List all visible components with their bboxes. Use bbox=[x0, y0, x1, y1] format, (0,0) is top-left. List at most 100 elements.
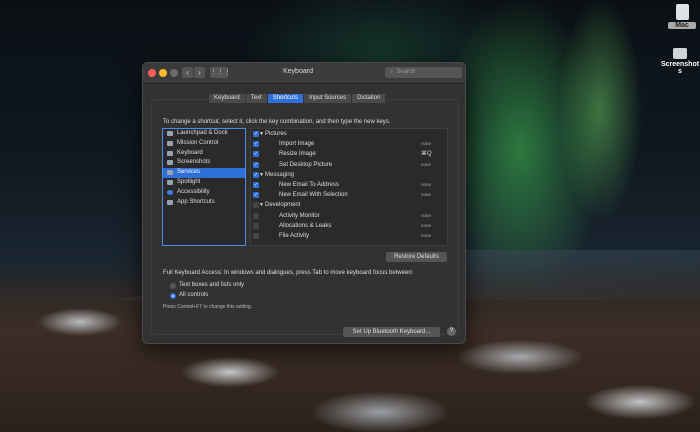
spotlight-icon bbox=[167, 179, 173, 185]
shortcut-key[interactable]: none bbox=[421, 211, 431, 221]
chevron-left-icon: ‹ bbox=[186, 68, 189, 77]
radio-button[interactable] bbox=[170, 283, 176, 289]
shortcut-group-messaging[interactable]: ✓ ▼ Messaging bbox=[251, 170, 447, 180]
shortcuts-list[interactable]: ✓ ▼ Pictures ✓ Import Image none ✓ Resiz… bbox=[250, 128, 448, 246]
forward-button[interactable]: › bbox=[194, 67, 205, 78]
category-app-shortcuts[interactable]: App Shortcuts bbox=[163, 198, 245, 208]
desktop-icon-label: Screenshots bbox=[660, 61, 700, 75]
tab-input-sources[interactable]: Input Sources bbox=[304, 94, 353, 103]
category-label: Screenshots bbox=[177, 159, 211, 166]
desktop-icon-mac[interactable]: Mac bbox=[668, 4, 696, 29]
shortcut-key[interactable]: none bbox=[421, 221, 431, 231]
tab-shortcuts[interactable]: Shortcuts bbox=[267, 94, 305, 103]
search-placeholder: Search bbox=[396, 69, 416, 75]
category-list[interactable]: Launchpad & Dock Mission Control Keyboar… bbox=[162, 128, 246, 246]
shortcut-checkbox[interactable] bbox=[253, 212, 259, 219]
shortcut-label: Activity Monitor bbox=[279, 212, 320, 219]
tab-bar: Keyboard Text Shortcuts Input Sources Di… bbox=[209, 94, 387, 103]
shortcut-row[interactable]: ✓ New Email With Selection none bbox=[251, 190, 447, 200]
shortcut-label: New Email With Selection bbox=[279, 192, 348, 199]
shortcut-label: Resize Image bbox=[279, 151, 316, 158]
chevron-right-icon: › bbox=[198, 68, 201, 77]
shortcut-label: Import Image bbox=[279, 141, 315, 148]
screenshots-icon bbox=[167, 160, 173, 166]
screenshot-file-icon bbox=[673, 48, 687, 59]
category-mission-control[interactable]: Mission Control bbox=[163, 139, 245, 149]
app-shortcuts-icon bbox=[167, 199, 173, 205]
window-title: Keyboard bbox=[283, 68, 313, 75]
shortcut-checkbox[interactable]: ✓ bbox=[253, 161, 259, 168]
help-button[interactable]: ? bbox=[447, 327, 456, 336]
disclosure-triangle-icon[interactable]: ▼ bbox=[259, 170, 264, 180]
keyboard-icon bbox=[167, 150, 173, 156]
shortcut-row[interactable]: Activity Monitor none bbox=[251, 211, 447, 221]
keyboard-access-note: Press Control+F7 to change this setting. bbox=[163, 304, 253, 310]
category-label: Launchpad & Dock bbox=[177, 130, 228, 136]
shortcut-row[interactable]: ✓ Set Desktop Picture none bbox=[251, 160, 447, 170]
shortcut-key[interactable]: none bbox=[421, 180, 431, 190]
radio-label: Text boxes and lists only bbox=[179, 282, 245, 288]
tab-dictation[interactable]: Dictation bbox=[352, 94, 387, 103]
shortcut-checkbox[interactable]: ✓ bbox=[253, 181, 259, 188]
shortcut-label: New Email To Address bbox=[279, 181, 339, 188]
back-button[interactable]: ‹ bbox=[182, 67, 193, 78]
services-icon bbox=[167, 170, 173, 176]
radio-label: All controls bbox=[179, 292, 209, 298]
shortcut-checkbox[interactable] bbox=[253, 222, 259, 229]
shortcut-key[interactable]: ⌘Q bbox=[421, 149, 432, 159]
accessibility-icon bbox=[167, 189, 173, 195]
help-icon: ? bbox=[449, 328, 454, 334]
shortcut-row[interactable]: ✓ New Email To Address none bbox=[251, 180, 447, 190]
shortcut-key[interactable]: none bbox=[421, 139, 431, 149]
shortcut-label: File Activity bbox=[279, 232, 310, 239]
shortcut-row[interactable]: Allocations & Leaks none bbox=[251, 221, 447, 231]
launchpad-icon bbox=[167, 131, 173, 136]
setup-bluetooth-keyboard-button[interactable]: Set Up Bluetooth Keyboard... bbox=[343, 327, 440, 337]
full-keyboard-access-text: Full Keyboard Access: In windows and dia… bbox=[163, 270, 414, 276]
shortcut-label: Allocations & Leaks bbox=[279, 222, 332, 229]
category-label: Keyboard bbox=[177, 149, 203, 156]
shortcut-group-label: Development bbox=[265, 202, 301, 209]
shortcut-group-development[interactable]: ▼ Development bbox=[251, 200, 447, 210]
close-button[interactable] bbox=[148, 69, 156, 77]
drive-icon bbox=[675, 4, 689, 20]
shortcut-row[interactable]: ✓ Import Image none bbox=[251, 139, 447, 149]
category-accessibility[interactable]: Accessibility bbox=[163, 188, 245, 198]
desktop-icon-screenshots[interactable]: Screenshots bbox=[660, 48, 700, 75]
category-launchpad-dock[interactable]: Launchpad & Dock bbox=[163, 129, 245, 139]
show-all-button[interactable]: ⋮⋮⋮ bbox=[210, 67, 231, 78]
shortcut-label: Set Desktop Picture bbox=[279, 161, 333, 168]
search-field[interactable]: ⌕ Search bbox=[385, 67, 462, 78]
disclosure-triangle-icon[interactable]: ▼ bbox=[259, 200, 264, 210]
shortcut-row[interactable]: File Activity none bbox=[251, 231, 447, 241]
radio-button[interactable] bbox=[170, 293, 176, 299]
tab-text[interactable]: Text bbox=[245, 94, 268, 103]
shortcut-group-label: Pictures bbox=[265, 131, 287, 137]
shortcut-checkbox[interactable]: ✓ bbox=[253, 151, 259, 158]
category-label: Services bbox=[177, 169, 201, 176]
shortcut-group-label: Messaging bbox=[265, 171, 295, 178]
mission-control-icon bbox=[167, 140, 173, 146]
shortcut-checkbox[interactable]: ✓ bbox=[253, 192, 259, 199]
shortcut-group-pictures[interactable]: ✓ ▼ Pictures bbox=[251, 129, 447, 139]
category-services[interactable]: Services bbox=[163, 168, 245, 178]
minimize-button[interactable] bbox=[159, 69, 167, 77]
category-screenshots[interactable]: Screenshots bbox=[163, 158, 245, 168]
tab-keyboard[interactable]: Keyboard bbox=[209, 94, 246, 103]
category-label: App Shortcuts bbox=[177, 198, 215, 205]
disclosure-triangle-icon[interactable]: ▼ bbox=[259, 129, 264, 139]
shortcut-checkbox[interactable] bbox=[253, 232, 259, 239]
shortcut-key[interactable]: none bbox=[421, 231, 431, 241]
shortcut-row[interactable]: ✓ Resize Image ⌘Q bbox=[251, 149, 447, 159]
category-spotlight[interactable]: Spotlight bbox=[163, 178, 245, 188]
category-label: Accessibility bbox=[177, 188, 210, 195]
category-label: Spotlight bbox=[177, 178, 201, 185]
shortcut-key[interactable]: none bbox=[421, 190, 431, 200]
title-bar: ‹ › ⋮⋮⋮ Keyboard ⌕ Search bbox=[143, 63, 465, 84]
restore-defaults-button[interactable]: Restore Defaults bbox=[386, 252, 447, 262]
category-keyboard[interactable]: Keyboard bbox=[163, 149, 245, 159]
shortcut-checkbox[interactable]: ✓ bbox=[253, 141, 259, 148]
zoom-button[interactable] bbox=[170, 69, 178, 77]
shortcut-key[interactable]: none bbox=[421, 160, 431, 170]
category-label: Mission Control bbox=[177, 139, 219, 146]
